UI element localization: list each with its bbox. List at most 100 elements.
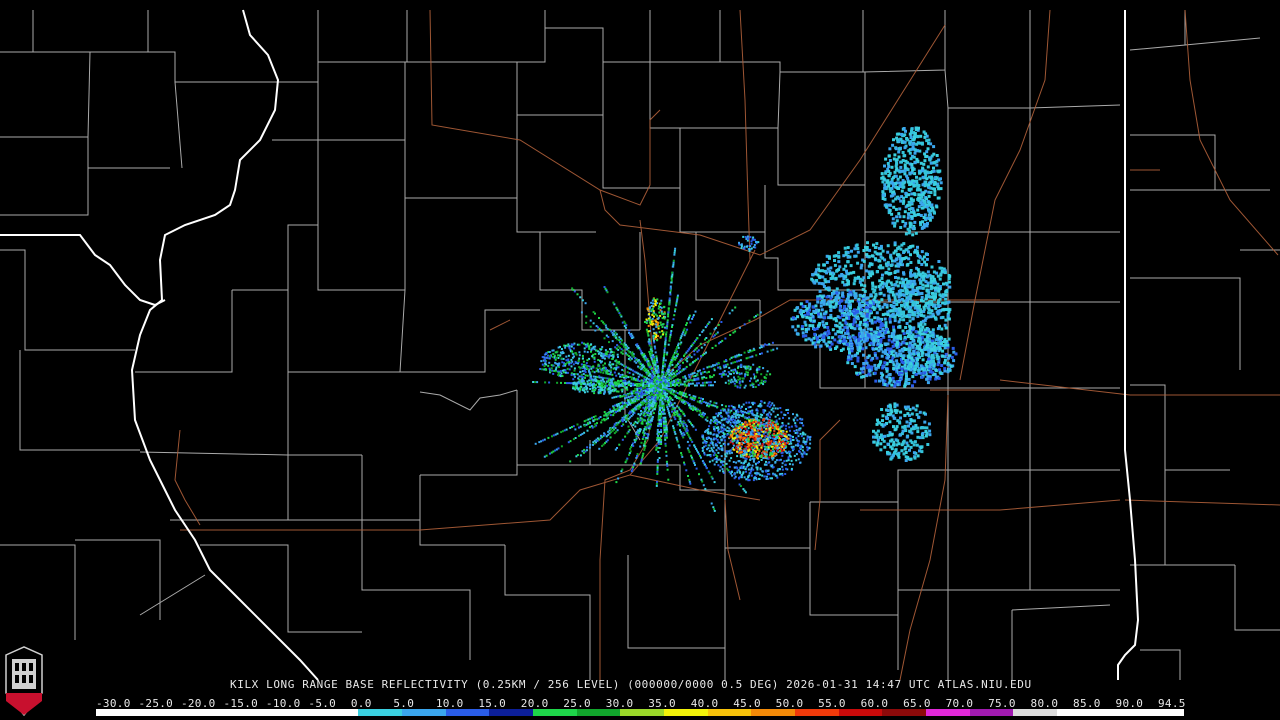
- echo-pixel: [888, 403, 892, 407]
- echo-pixel: [679, 379, 682, 382]
- echo-pixel: [592, 375, 595, 378]
- echo-pixel: [881, 414, 885, 418]
- echo-pixel: [911, 339, 915, 343]
- echo-pixel: [891, 356, 895, 360]
- echo-pixel: [928, 340, 932, 344]
- echo-pixel: [592, 441, 595, 444]
- echo-pixel: [898, 181, 902, 185]
- echo-pixel: [831, 276, 835, 280]
- echo-pixel: [600, 376, 603, 379]
- echo-pixel: [654, 406, 657, 409]
- echo-pixel: [708, 365, 711, 368]
- echo-pixel: [712, 384, 714, 387]
- echo-pixel: [640, 374, 643, 377]
- echo-pixel: [928, 364, 932, 368]
- echo-pixel: [895, 280, 899, 284]
- echo-pixel: [632, 411, 635, 414]
- echo-pixel: [609, 436, 612, 439]
- echo-pixel: [889, 309, 893, 313]
- echo-pixel: [805, 300, 809, 304]
- echo-pixel: [853, 279, 857, 283]
- echo-pixel: [814, 270, 818, 274]
- echo-pixel: [819, 301, 823, 305]
- echo-pixel: [624, 380, 627, 382]
- echo-pixel: [704, 487, 707, 490]
- echo-pixel: [642, 384, 644, 387]
- echo-pixel: [899, 410, 903, 414]
- echo-pixel: [879, 252, 883, 256]
- echo-pixel: [897, 289, 901, 293]
- echo-pixel: [637, 365, 640, 368]
- echo-pixel: [918, 410, 922, 414]
- echo-pixel: [702, 329, 705, 332]
- radar-reflectivity: [532, 126, 958, 512]
- echo-pixel: [835, 269, 839, 273]
- echo-pixel: [915, 404, 919, 408]
- echo-pixel: [889, 194, 893, 198]
- echo-pixel: [663, 349, 666, 352]
- echo-pixel: [918, 278, 922, 282]
- radar-map: [0, 9, 1280, 681]
- echo-pixel: [898, 260, 902, 264]
- echo-pixel: [896, 269, 900, 273]
- echo-pixel: [666, 464, 669, 467]
- echo-pixel: [643, 432, 646, 435]
- echo-pixel: [920, 263, 924, 266]
- echo-pixel: [919, 214, 923, 217]
- echo-pixel: [652, 339, 655, 342]
- echo-pixel: [653, 408, 656, 411]
- echo-pixel: [915, 142, 919, 146]
- echo-pixel: [846, 255, 850, 259]
- echo-pixel: [720, 321, 723, 323]
- echo-pixel: [724, 405, 727, 408]
- echo-pixel: [880, 423, 884, 427]
- echo-pixel: [669, 331, 672, 334]
- echo-pixel: [606, 416, 609, 419]
- echo-pixel: [869, 304, 872, 308]
- echo-pixel: [681, 434, 684, 437]
- echo-pixel: [921, 431, 925, 435]
- echo-pixel: [664, 363, 666, 366]
- echo-pixel: [687, 475, 689, 477]
- echo-pixel: [911, 345, 915, 349]
- echo-pixel: [837, 301, 841, 305]
- echo-pixel: [864, 346, 868, 350]
- echo-pixel: [611, 340, 614, 343]
- echo-pixel: [668, 376, 671, 379]
- echo-pixel: [849, 264, 853, 268]
- echo-pixel: [710, 318, 713, 321]
- echo-pixel: [660, 443, 663, 445]
- echo-pixel: [908, 341, 912, 345]
- echo-pixel: [901, 159, 905, 162]
- echo-pixel: [684, 394, 687, 397]
- echo-pixel: [908, 408, 912, 412]
- echo-pixel: [648, 342, 651, 345]
- echo-pixel: [894, 207, 898, 211]
- echo-pixel: [899, 416, 902, 420]
- echo-pixel: [658, 379, 661, 382]
- echo-pixel: [906, 216, 910, 220]
- echo-pixel: [646, 332, 649, 335]
- echo-pixel: [697, 451, 700, 454]
- echo-pixel: [885, 280, 889, 284]
- echo-pixel: [671, 265, 674, 268]
- echo-pixel: [943, 355, 947, 359]
- echo-pixel: [662, 416, 665, 419]
- echo-pixel: [909, 182, 913, 186]
- echo-pixel: [708, 370, 710, 373]
- echo-pixel: [871, 281, 875, 285]
- echo-pixel: [898, 147, 902, 151]
- echo-pixel: [899, 169, 903, 173]
- echo-pixel: [852, 289, 856, 293]
- echo-pixel: [658, 457, 661, 459]
- echo-pixel: [825, 271, 829, 275]
- echo-pixel: [943, 361, 947, 365]
- echo-pixel: [838, 306, 842, 310]
- echo-pixel: [892, 325, 895, 329]
- echo-pixel: [640, 384, 642, 387]
- echo-pixel: [895, 219, 899, 223]
- echo-pixel: [667, 409, 670, 412]
- echo-pixel: [895, 341, 899, 345]
- echo-pixel: [936, 355, 940, 359]
- echo-pixel: [896, 284, 900, 288]
